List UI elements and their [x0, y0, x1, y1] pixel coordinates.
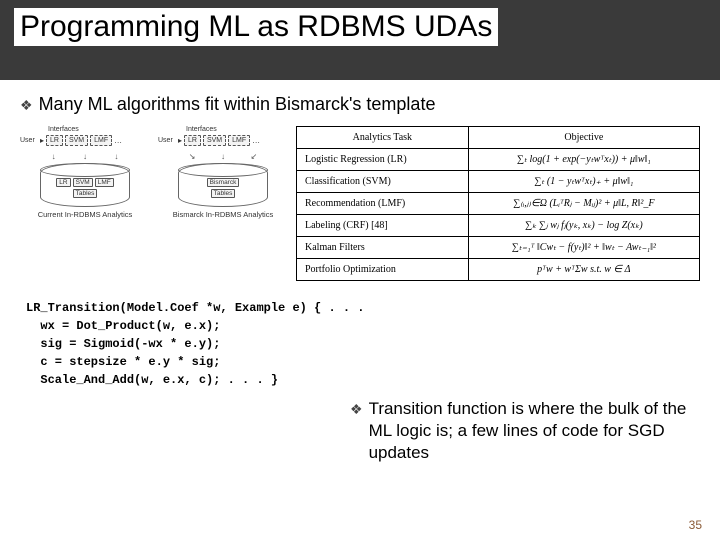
td-task: Recommendation (LMF) — [297, 193, 469, 215]
code-line: c = stepsize * e.y * sig; — [26, 355, 220, 369]
chip-svm: SVM — [65, 135, 88, 146]
user-label: User — [20, 137, 38, 144]
td-obj: ∑ₜ (1 − yₜwᵀxₜ)₊ + μ‖w‖₁ — [468, 171, 699, 193]
chip-lmf-r: LMF — [228, 135, 250, 146]
table-row: Portfolio Optimization pᵀw + wᵀΣw s.t. w… — [297, 259, 700, 281]
interfaces-label: Interfaces — [48, 126, 150, 133]
td-task: Portfolio Optimization — [297, 259, 469, 281]
table-row: Kalman Filters ∑ₜ₌₁ᵀ ‖Cwₜ − f(yₜ)‖² + ‖w… — [297, 237, 700, 259]
page-number: 35 — [689, 518, 702, 532]
diamond-icon: ❖ — [350, 398, 363, 464]
code-line: wx = Dot_Product(w, e.x); — [26, 319, 220, 333]
objective-table: Analytics Task Objective Logistic Regres… — [296, 126, 700, 281]
diamond-icon: ❖ — [20, 94, 33, 116]
table-row: Classification (SVM) ∑ₜ (1 − yₜwᵀxₜ)₊ + … — [297, 171, 700, 193]
arch-diagram-right: Interfaces User ▸ LR SVM LMF … ↘↓↙ Bisma… — [158, 126, 288, 219]
bullet-1-text: Many ML algorithms fit within Bismarck's… — [39, 94, 436, 115]
chip-tables: Tables — [73, 189, 98, 198]
td-obj: ∑ₜ₌₁ᵀ ‖Cwₜ − f(yₜ)‖² + ‖wₜ − Awₜ₋₁‖² — [468, 237, 699, 259]
figure-row: Interfaces User ▸ LR SVM LMF … ↓↓↓ LR SV… — [20, 126, 700, 281]
chip-lr-db: LR — [56, 178, 70, 187]
chip-lmf-db: LMF — [95, 178, 114, 187]
table-row: Recommendation (LMF) ∑₍ᵢ,ⱼ₎∈Ω (LᵢᵀRⱼ − M… — [297, 193, 700, 215]
code-line: Scale_And_Add(w, e.x, c); . . . } — [26, 373, 278, 387]
code-line: LR_Transition(Model.Coef *w, Example e) … — [26, 301, 364, 315]
chip-bismarck: Bismarck — [207, 178, 240, 187]
chip-svm-db: SVM — [73, 178, 93, 187]
interfaces-label-r: Interfaces — [186, 126, 288, 133]
td-task: Labeling (CRF) [48] — [297, 215, 469, 237]
table-row: Logistic Regression (LR) ∑ₜ log(1 + exp(… — [297, 149, 700, 171]
th-objective: Objective — [468, 127, 699, 149]
td-task: Kalman Filters — [297, 237, 469, 259]
td-obj: ∑ₖ ∑ⱼ wⱼ fⱼ(yₖ, xₖ) − log Z(xₖ) — [468, 215, 699, 237]
td-task: Logistic Regression (LR) — [297, 149, 469, 171]
chip-tables-r: Tables — [211, 189, 236, 198]
arch-diagram-left: Interfaces User ▸ LR SVM LMF … ↓↓↓ LR SV… — [20, 126, 150, 219]
code-block: LR_Transition(Model.Coef *w, Example e) … — [26, 299, 700, 389]
db-drum-right: Bismarck Tables — [178, 163, 268, 207]
slide-title: Programming ML as RDBMS UDAs — [14, 8, 498, 46]
dots-icon: … — [252, 136, 260, 145]
db-drum-left: LR SVM LMF Tables — [40, 163, 130, 207]
td-obj: ∑₍ᵢ,ⱼ₎∈Ω (LᵢᵀRⱼ − Mᵢⱼ)² + μ‖L, R‖²_F — [468, 193, 699, 215]
caption-right: Bismarck In-RDBMS Analytics — [158, 210, 288, 219]
th-task: Analytics Task — [297, 127, 469, 149]
dots-icon: … — [114, 136, 122, 145]
chip-lr: LR — [46, 135, 63, 146]
title-bar: Programming ML as RDBMS UDAs — [0, 0, 720, 80]
bullet-2: ❖ Transition function is where the bulk … — [350, 398, 700, 464]
arrow-icon: ▸ — [178, 136, 182, 145]
user-label-r: User — [158, 137, 176, 144]
td-task: Classification (SVM) — [297, 171, 469, 193]
chip-lmf: LMF — [90, 135, 112, 146]
chip-lr-r: LR — [184, 135, 201, 146]
table-row: Labeling (CRF) [48] ∑ₖ ∑ⱼ wⱼ fⱼ(yₖ, xₖ) … — [297, 215, 700, 237]
arrow-icon: ▸ — [40, 136, 44, 145]
td-obj: pᵀw + wᵀΣw s.t. w ∈ Δ — [468, 259, 699, 281]
bullet-1: ❖ Many ML algorithms fit within Bismarck… — [20, 94, 700, 116]
td-obj: ∑ₜ log(1 + exp(−yₜwᵀxₜ)) + μ‖w‖₁ — [468, 149, 699, 171]
slide-body: ❖ Many ML algorithms fit within Bismarck… — [0, 80, 720, 389]
bullet-2-text: Transition function is where the bulk of… — [369, 398, 700, 464]
table-header-row: Analytics Task Objective — [297, 127, 700, 149]
chip-svm-r: SVM — [203, 135, 226, 146]
objective-table-wrap: Analytics Task Objective Logistic Regres… — [296, 126, 700, 281]
code-line: sig = Sigmoid(-wx * e.y); — [26, 337, 220, 351]
caption-left: Current In-RDBMS Analytics — [20, 210, 150, 219]
